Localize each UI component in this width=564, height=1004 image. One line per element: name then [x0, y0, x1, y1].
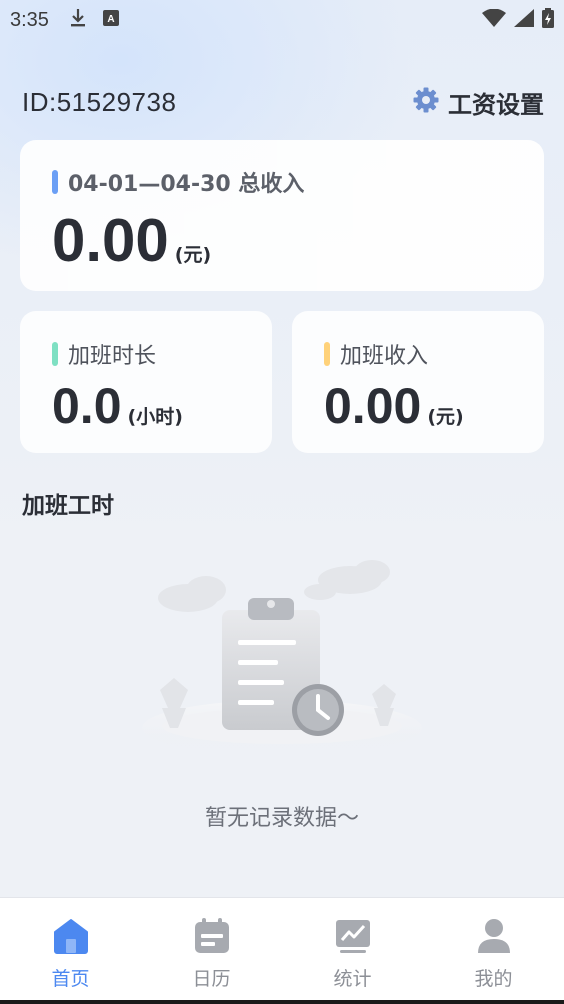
accent-bar	[52, 342, 58, 366]
salary-settings-button[interactable]: 工资设置	[412, 85, 544, 120]
overtime-income-unit: (元)	[427, 406, 464, 428]
user-id: ID:51529738	[22, 86, 177, 117]
tab-home[interactable]: 首页	[0, 898, 141, 1000]
status-time: 3:35	[10, 8, 49, 31]
battery-charging-icon	[542, 7, 554, 33]
svg-text:A: A	[107, 14, 114, 25]
overtime-income-card[interactable]: 加班收入 0.00 (元)	[292, 311, 544, 453]
accent-bar	[52, 170, 58, 194]
system-nav-bar	[0, 1000, 564, 1004]
total-income-card[interactable]: 04-01—04-30 总收入 0.00 (元)	[20, 140, 544, 291]
overtime-income-value: 0.00	[324, 378, 422, 434]
chart-icon	[333, 916, 373, 956]
calendar-icon	[192, 916, 232, 956]
overtime-hours-value: 0.0	[52, 378, 122, 434]
total-income-unit: (元)	[174, 244, 212, 266]
download-icon	[69, 8, 87, 33]
empty-state-text: 暂无记录数据～	[204, 806, 359, 831]
header: ID:51529738 工资设置	[22, 80, 544, 124]
salary-settings-label: 工资设置	[448, 90, 544, 119]
overtime-hours-unit: (小时)	[127, 406, 183, 428]
tab-statistics[interactable]: 统计	[282, 898, 423, 1000]
tab-home-label: 首页	[51, 968, 90, 990]
home-icon	[51, 916, 91, 956]
gear-icon	[412, 86, 440, 118]
overtime-income-label: 加班收入	[340, 344, 429, 369]
overtime-hours-card[interactable]: 加班时长 0.0 (小时)	[20, 311, 272, 453]
bottom-tab-bar: 首页 日历 统计 我的	[0, 897, 564, 1000]
tab-calendar[interactable]: 日历	[141, 898, 282, 1000]
total-income-label: 04-01—04-30 总收入	[68, 172, 305, 197]
overtime-hours-label: 加班时长	[68, 344, 157, 369]
wifi-icon	[482, 8, 506, 32]
tab-profile[interactable]: 我的	[423, 898, 564, 1000]
user-icon	[474, 916, 514, 956]
tab-statistics-label: 统计	[333, 968, 372, 990]
tab-profile-label: 我的	[474, 968, 513, 990]
accent-bar	[324, 342, 330, 366]
a-box-icon: A	[102, 9, 119, 31]
empty-state-illustration	[140, 558, 424, 778]
status-bar: 3:35 A	[0, 0, 564, 40]
signal-icon	[514, 8, 534, 32]
tab-calendar-label: 日历	[192, 968, 231, 990]
total-income-value: 0.00	[52, 207, 169, 274]
overtime-section-title: 加班工时	[22, 493, 114, 519]
